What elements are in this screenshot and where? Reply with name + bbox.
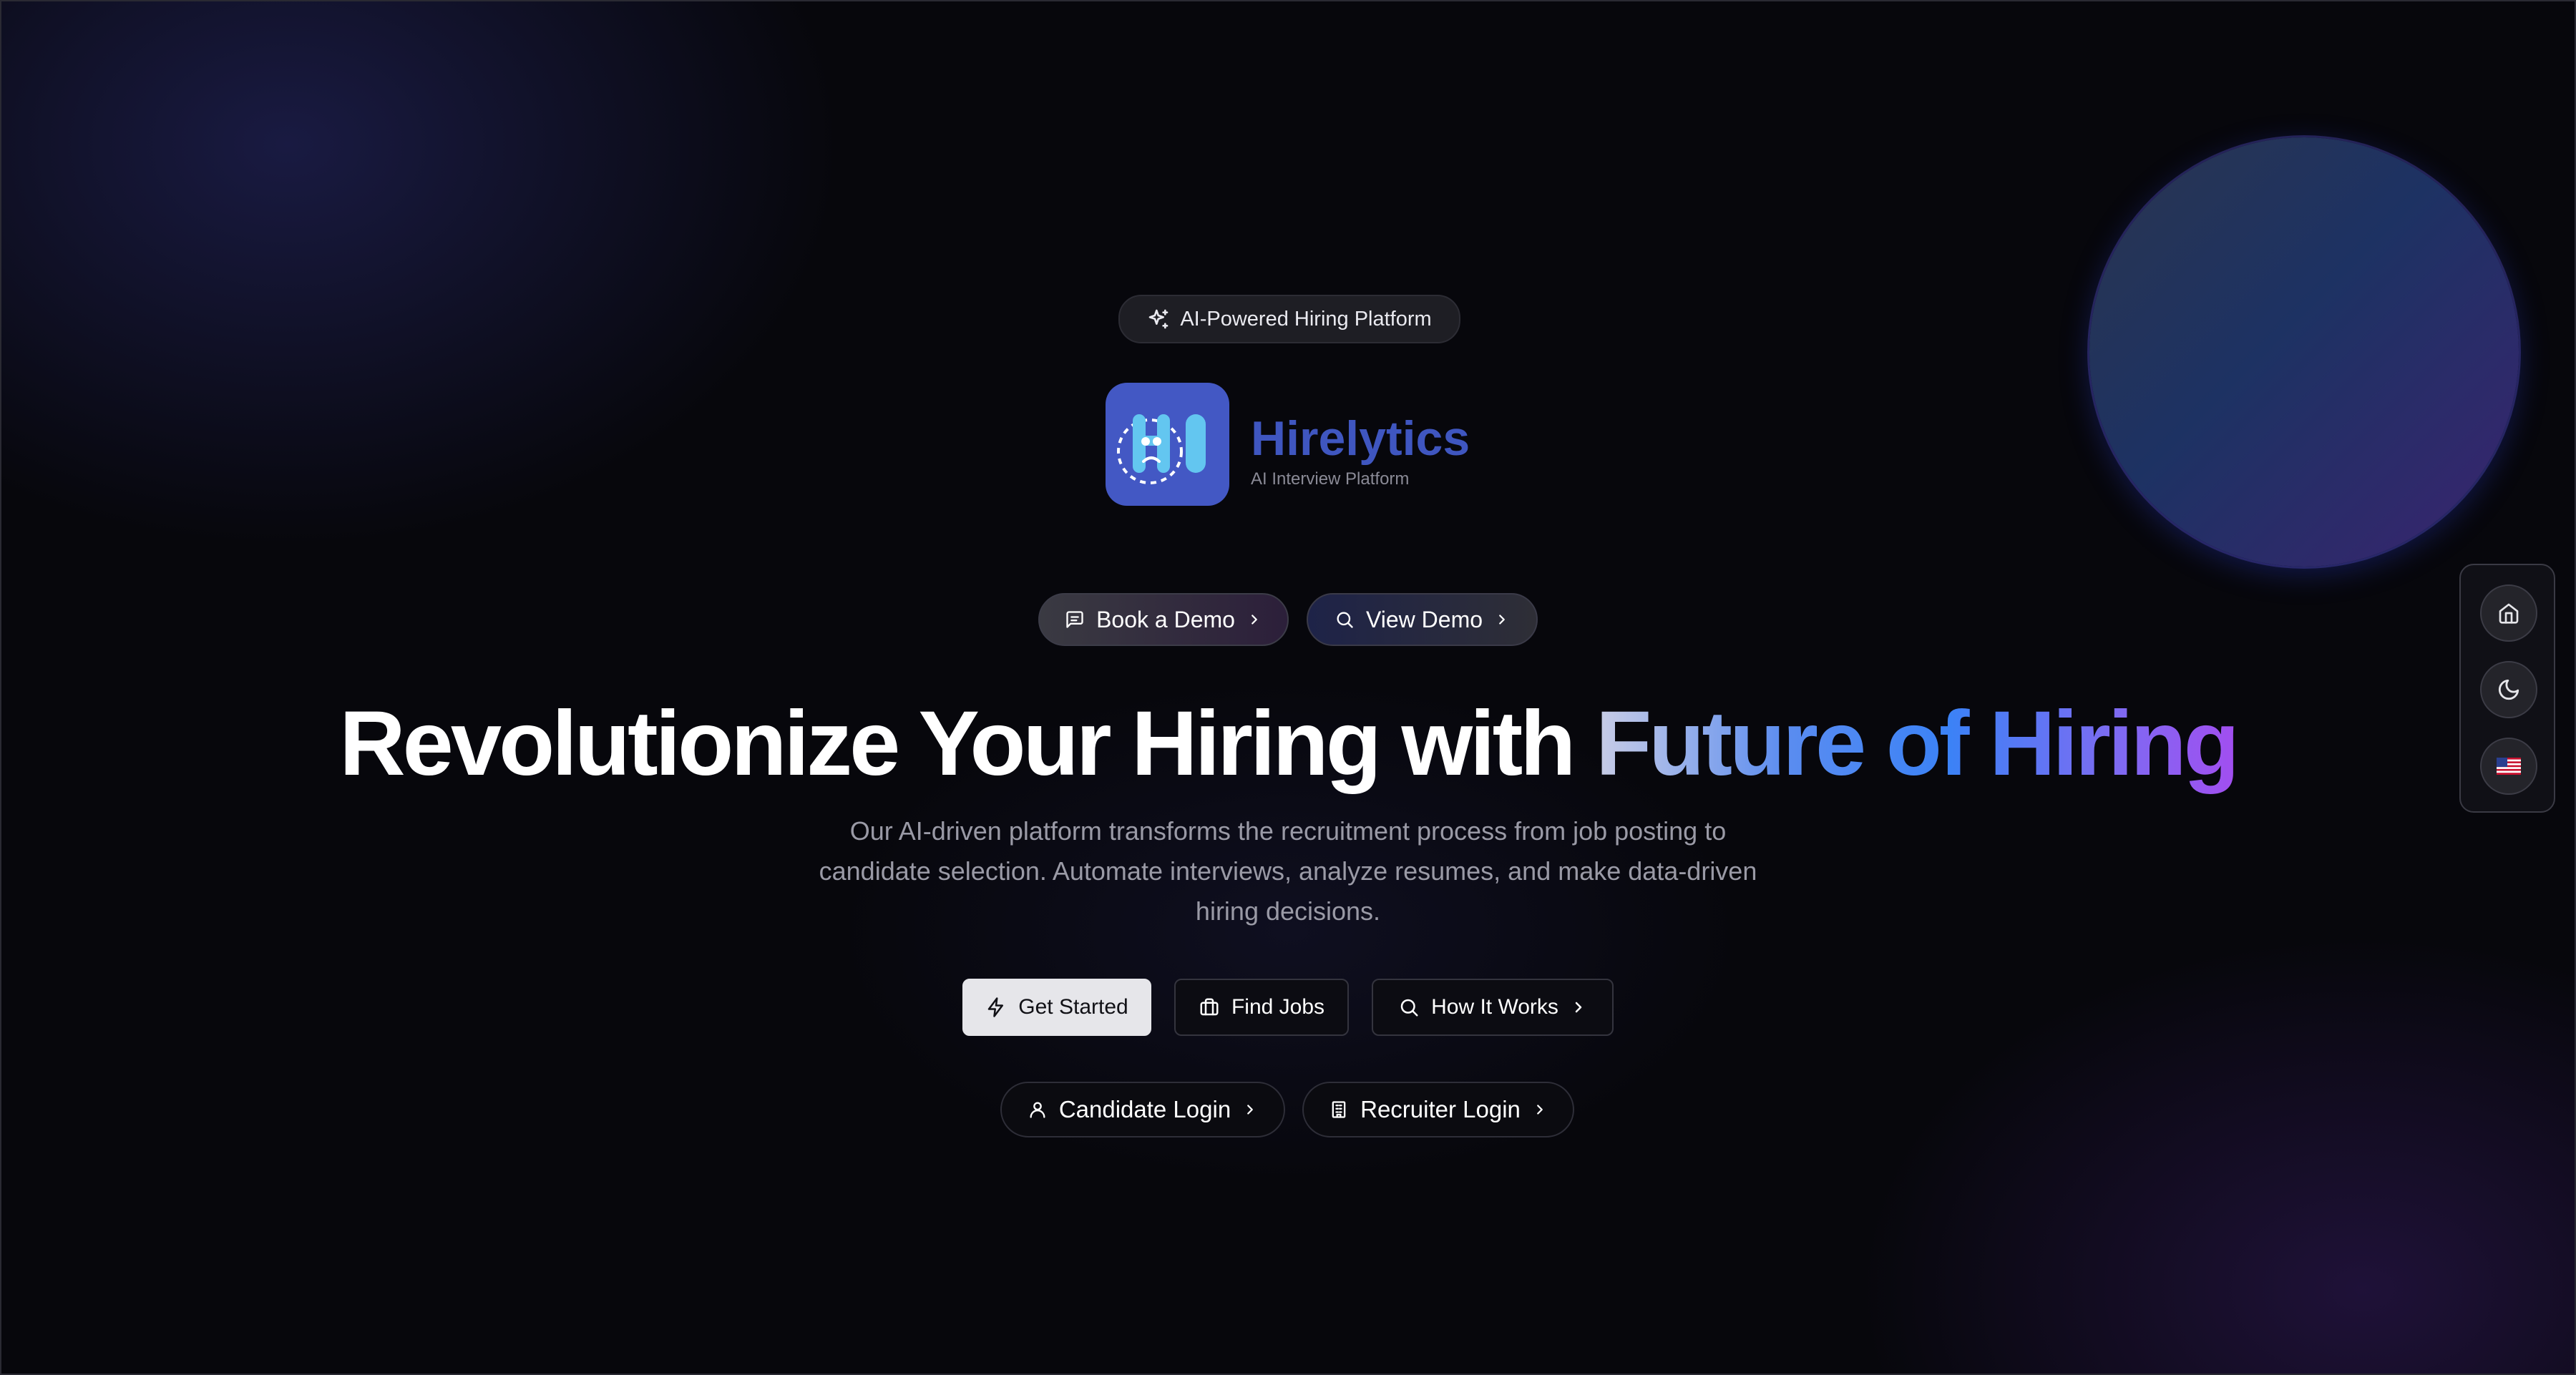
book-demo-label: Book a Demo [1096, 606, 1235, 632]
hero-description: Our AI-driven platform transforms the re… [819, 816, 1757, 926]
briefcase-icon [1199, 997, 1220, 1018]
candidate-login-button[interactable]: Candidate Login [1000, 1082, 1285, 1137]
headline-plain: Revolutionize Your Hiring with [339, 693, 1576, 795]
badge-label: AI-Powered Hiring Platform [1180, 307, 1432, 331]
brand-name: Hirelytics [1251, 411, 1470, 466]
platform-badge: AI-Powered Hiring Platform [1118, 295, 1460, 343]
how-it-works-label: How It Works [1431, 995, 1558, 1019]
message-square-icon [1065, 610, 1085, 630]
hirelytics-logo-icon[interactable] [1106, 383, 1229, 506]
chevron-right-icon [1494, 612, 1510, 627]
chevron-right-icon [1246, 612, 1262, 627]
view-demo-label: View Demo [1365, 606, 1483, 632]
candidate-login-label: Candidate Login [1058, 1096, 1231, 1122]
headline-highlight: Future of Hiring [1595, 693, 2240, 795]
find-jobs-label: Find Jobs [1231, 995, 1325, 1019]
book-demo-button[interactable]: Book a Demo [1038, 593, 1289, 646]
recruiter-login-label: Recruiter Login [1360, 1096, 1521, 1122]
building-icon [1329, 1100, 1349, 1120]
view-demo-button[interactable]: View Demo [1307, 593, 1538, 646]
chevron-right-icon [1570, 999, 1587, 1016]
home-button[interactable] [2480, 584, 2537, 642]
how-it-works-button[interactable]: How It Works [1372, 979, 1614, 1036]
chevron-right-icon [1532, 1102, 1548, 1117]
brand-tagline: AI Interview Platform [1251, 469, 1410, 489]
get-started-label: Get Started [1018, 995, 1128, 1019]
search-icon [1398, 997, 1420, 1018]
search-icon [1335, 610, 1355, 630]
home-icon [2497, 602, 2520, 625]
find-jobs-button[interactable]: Find Jobs [1174, 979, 1349, 1036]
get-started-button[interactable]: Get Started [962, 979, 1151, 1036]
sparkles-icon [1147, 308, 1170, 331]
decorative-orb [2089, 137, 2519, 567]
zap-icon [985, 997, 1007, 1018]
user-icon [1028, 1100, 1048, 1120]
hero-headline: Revolutionize Your Hiring with Future of… [0, 691, 2576, 796]
recruiter-login-button[interactable]: Recruiter Login [1302, 1082, 1574, 1137]
chevron-right-icon [1242, 1102, 1258, 1117]
